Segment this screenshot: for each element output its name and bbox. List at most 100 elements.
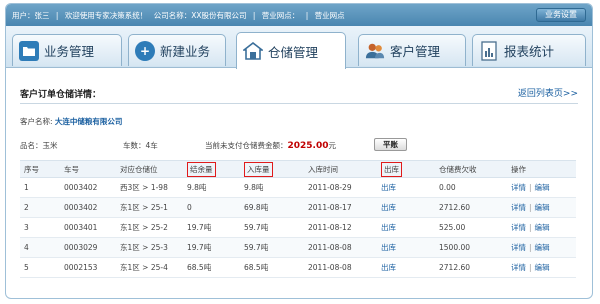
edit-link[interactable]: 编辑 [535,263,550,272]
tab-business-management[interactable]: 业务管理 [12,34,122,66]
main-content: 客户订单仓储详情： 返回列表页>> 客户名称: 大连中储粮有限公司 品名：玉米 … [6,69,592,298]
detail-link[interactable]: 详情 [511,203,526,212]
col-fee-owed: 仓储费欠收 [435,160,507,178]
back-to-list-link[interactable]: 返回列表页>> [518,86,578,99]
outbound-link[interactable]: 出库 [381,263,396,272]
cell-outbound: 出库 [377,217,435,238]
cell-inbound-time: 2011-08-17 [304,197,377,218]
separator: | [529,183,532,192]
cell-storage-slot: 东1区 > 25-1 [116,197,183,218]
outbound-link[interactable]: 出库 [381,243,396,252]
plus-icon: + [135,40,155,61]
cell-fee-owed: 0.00 [435,177,507,198]
separator: | [252,11,256,20]
detail-link[interactable]: 详情 [511,223,526,232]
tab-customer-management[interactable]: 客户管理 [358,34,466,66]
cell-storage-slot: 西3区 > 1-98 [116,177,183,198]
cell-fee-owed: 1500.00 [435,237,507,258]
cell-car-no: 0002153 [60,257,116,278]
table-row: 1 0003402 西3区 > 1-98 9.8吨 9.8吨 2011-08-2… [20,177,576,198]
cell-inbound: 59.7吨 [240,237,304,258]
cell-actions: 详情 | 编辑 [507,237,576,258]
col-inbound: 入库量 [240,160,304,178]
cell-storage-slot: 东1区 > 25-3 [116,237,183,258]
car-count: 车数：4车 [123,141,158,150]
customer-name-row: 客户名称: 大连中储粮有限公司 [20,116,122,127]
tab-report-statistics[interactable]: 报表统计 [472,34,586,66]
cell-balance: 19.7吨 [183,217,240,238]
page-title: 客户订单仓储详情： [20,90,102,100]
cell-inbound-time: 2011-08-08 [304,237,377,258]
app-window: 用户：张三 | 欢迎使用专家决策系统！ 公司名称：XX股份有限公司 | 营业网点… [5,3,593,299]
unpaid-fee: 当前未支付仓储费金额：2025.00元 [205,140,336,151]
cell-balance: 0 [183,197,240,218]
cell-inbound-time: 2011-08-08 [304,257,377,278]
cell-storage-slot: 东1区 > 25-2 [116,217,183,238]
cell-storage-slot: 东1区 > 25-4 [116,257,183,278]
cell-inbound-time: 2011-08-29 [304,177,377,198]
cell-inbound-time: 2011-08-12 [304,217,377,238]
cell-actions: 详情 | 编辑 [507,177,576,198]
outbound-link[interactable]: 出库 [381,203,396,212]
table-row: 4 0003029 东1区 > 25-3 19.7吨 59.7吨 2011-08… [20,237,576,258]
col-fee-owed-label: 仓储费欠收 [439,164,477,174]
users-icon [365,41,385,61]
table-row: 5 0002153 东1区 > 25-4 68.5吨 68.5吨 2011-08… [20,257,576,278]
cell-car-no: 0003402 [60,197,116,218]
storage-detail-table: 序号 车号 对应仓储位 结余量 入库量 入库时间 出库 仓储费欠收 操作 1 0… [20,160,576,278]
order-meta-row: 品名：玉米 车数：4车 当前未支付仓储费金额：2025.00元 平账 [20,138,580,152]
tab-warehouse-management[interactable]: 仓储管理 [236,32,346,69]
col-actions-label: 操作 [511,164,526,174]
cell-balance: 9.8吨 [183,177,240,198]
col-seq: 序号 [20,160,60,178]
business-settings-button[interactable]: 业务设置 [536,8,586,22]
cell-seq: 2 [20,197,60,218]
col-outbound: 出库 [377,160,435,178]
tab-new-business[interactable]: + 新建业务 [128,34,226,66]
edit-link[interactable]: 编辑 [535,203,550,212]
settle-account-button[interactable]: 平账 [374,138,407,151]
cell-inbound: 69.8吨 [240,197,304,218]
separator: | [529,223,532,232]
outbound-link[interactable]: 出库 [381,183,396,192]
edit-link[interactable]: 编辑 [535,243,550,252]
user-info: 用户：张三 | 欢迎使用专家决策系统！ 公司名称：XX股份有限公司 | 营业网点… [12,10,349,21]
cell-seq: 4 [20,237,60,258]
col-outbound-label: 出库 [381,161,402,177]
detail-link[interactable]: 详情 [511,243,526,252]
cell-actions: 详情 | 编辑 [507,197,576,218]
branch-label: 营业网点： [261,11,300,20]
cell-car-no: 0003402 [60,177,116,198]
tab-label: 仓储管理 [268,44,319,60]
table-row: 3 0003401 东1区 > 25-2 19.7吨 59.7吨 2011-08… [20,217,576,238]
unpaid-fee-unit: 元 [328,141,337,150]
detail-link[interactable]: 详情 [511,263,526,272]
outbound-link[interactable]: 出库 [381,223,396,232]
user-name: 用户：张三 [12,11,50,20]
tab-label: 新建业务 [160,44,211,59]
folder-icon [19,40,39,61]
col-storage-slot: 对应仓储位 [116,160,183,178]
cell-actions: 详情 | 编辑 [507,217,576,238]
tab-label: 报表统计 [504,44,555,59]
cell-inbound: 68.5吨 [240,257,304,278]
separator: | [529,243,532,252]
unpaid-fee-amount: 2025.00 [287,141,329,151]
company-name: 公司名称：XX股份有限公司 [153,11,247,20]
cell-fee-owed: 2712.60 [435,197,507,218]
separator: | [529,203,532,212]
cell-outbound: 出库 [377,237,435,258]
col-inbound-label: 入库量 [244,161,273,177]
customer-name-label: 客户名称: [20,117,53,126]
edit-link[interactable]: 编辑 [535,223,550,232]
col-actions: 操作 [507,160,576,178]
detail-link[interactable]: 详情 [511,183,526,192]
tab-label: 业务管理 [44,44,95,59]
welcome-text: 欢迎使用专家决策系统！ [64,11,148,20]
cell-actions: 详情 | 编辑 [507,257,576,278]
cell-balance: 68.5吨 [183,257,240,278]
product-name: 品名：玉米 [20,141,58,150]
edit-link[interactable]: 编辑 [535,183,550,192]
separator: | [55,11,59,20]
cell-fee-owed: 525.00 [435,217,507,238]
